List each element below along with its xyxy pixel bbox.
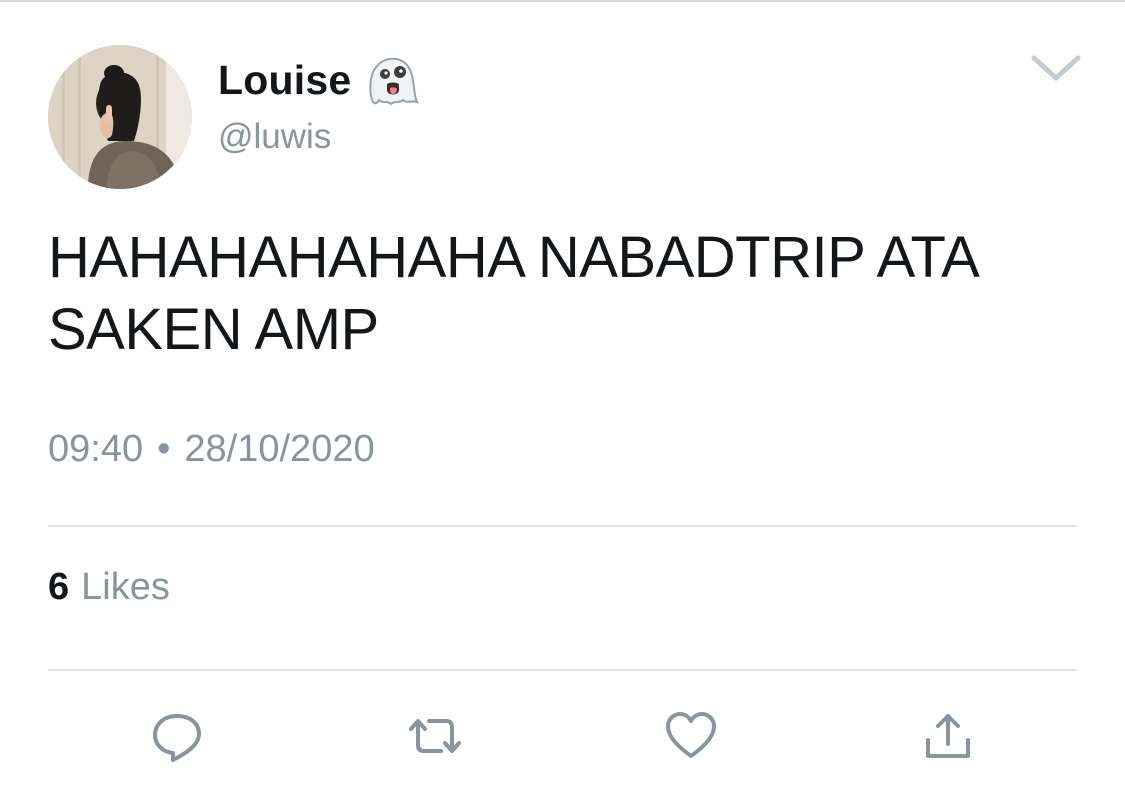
top-divider <box>0 0 1125 2</box>
tweet-date: 28/10/2020 <box>184 428 375 470</box>
reply-icon <box>149 708 205 769</box>
share-icon <box>922 708 974 769</box>
author-name-text: Louise <box>218 56 352 103</box>
retweet-icon <box>405 711 465 766</box>
tweet-time: 09:40 <box>48 428 144 470</box>
author-display-name[interactable]: Louise <box>218 54 421 106</box>
avatar[interactable] <box>48 45 192 189</box>
likes-label: Likes <box>81 566 170 608</box>
reply-button[interactable] <box>145 706 209 770</box>
author-handle[interactable]: @luwis <box>218 117 331 157</box>
more-options-button[interactable] <box>1026 48 1086 88</box>
ghost-icon <box>363 54 421 106</box>
heart-icon <box>663 710 719 767</box>
divider <box>48 669 1077 671</box>
share-button[interactable] <box>916 706 980 770</box>
likes-count-link[interactable]: 6 Likes <box>48 566 170 609</box>
tweet-text: HAHAHAHAHAHA NABADTRIP ATA SAKEN AMP <box>48 225 977 362</box>
like-button[interactable] <box>659 706 723 770</box>
tweet-timestamp[interactable]: 09:40 • 28/10/2020 <box>48 428 375 471</box>
chevron-down-icon <box>1026 55 1086 92</box>
meta-separator: • <box>157 428 171 470</box>
retweet-button[interactable] <box>403 706 467 770</box>
divider <box>48 525 1077 527</box>
likes-count: 6 <box>48 566 70 608</box>
